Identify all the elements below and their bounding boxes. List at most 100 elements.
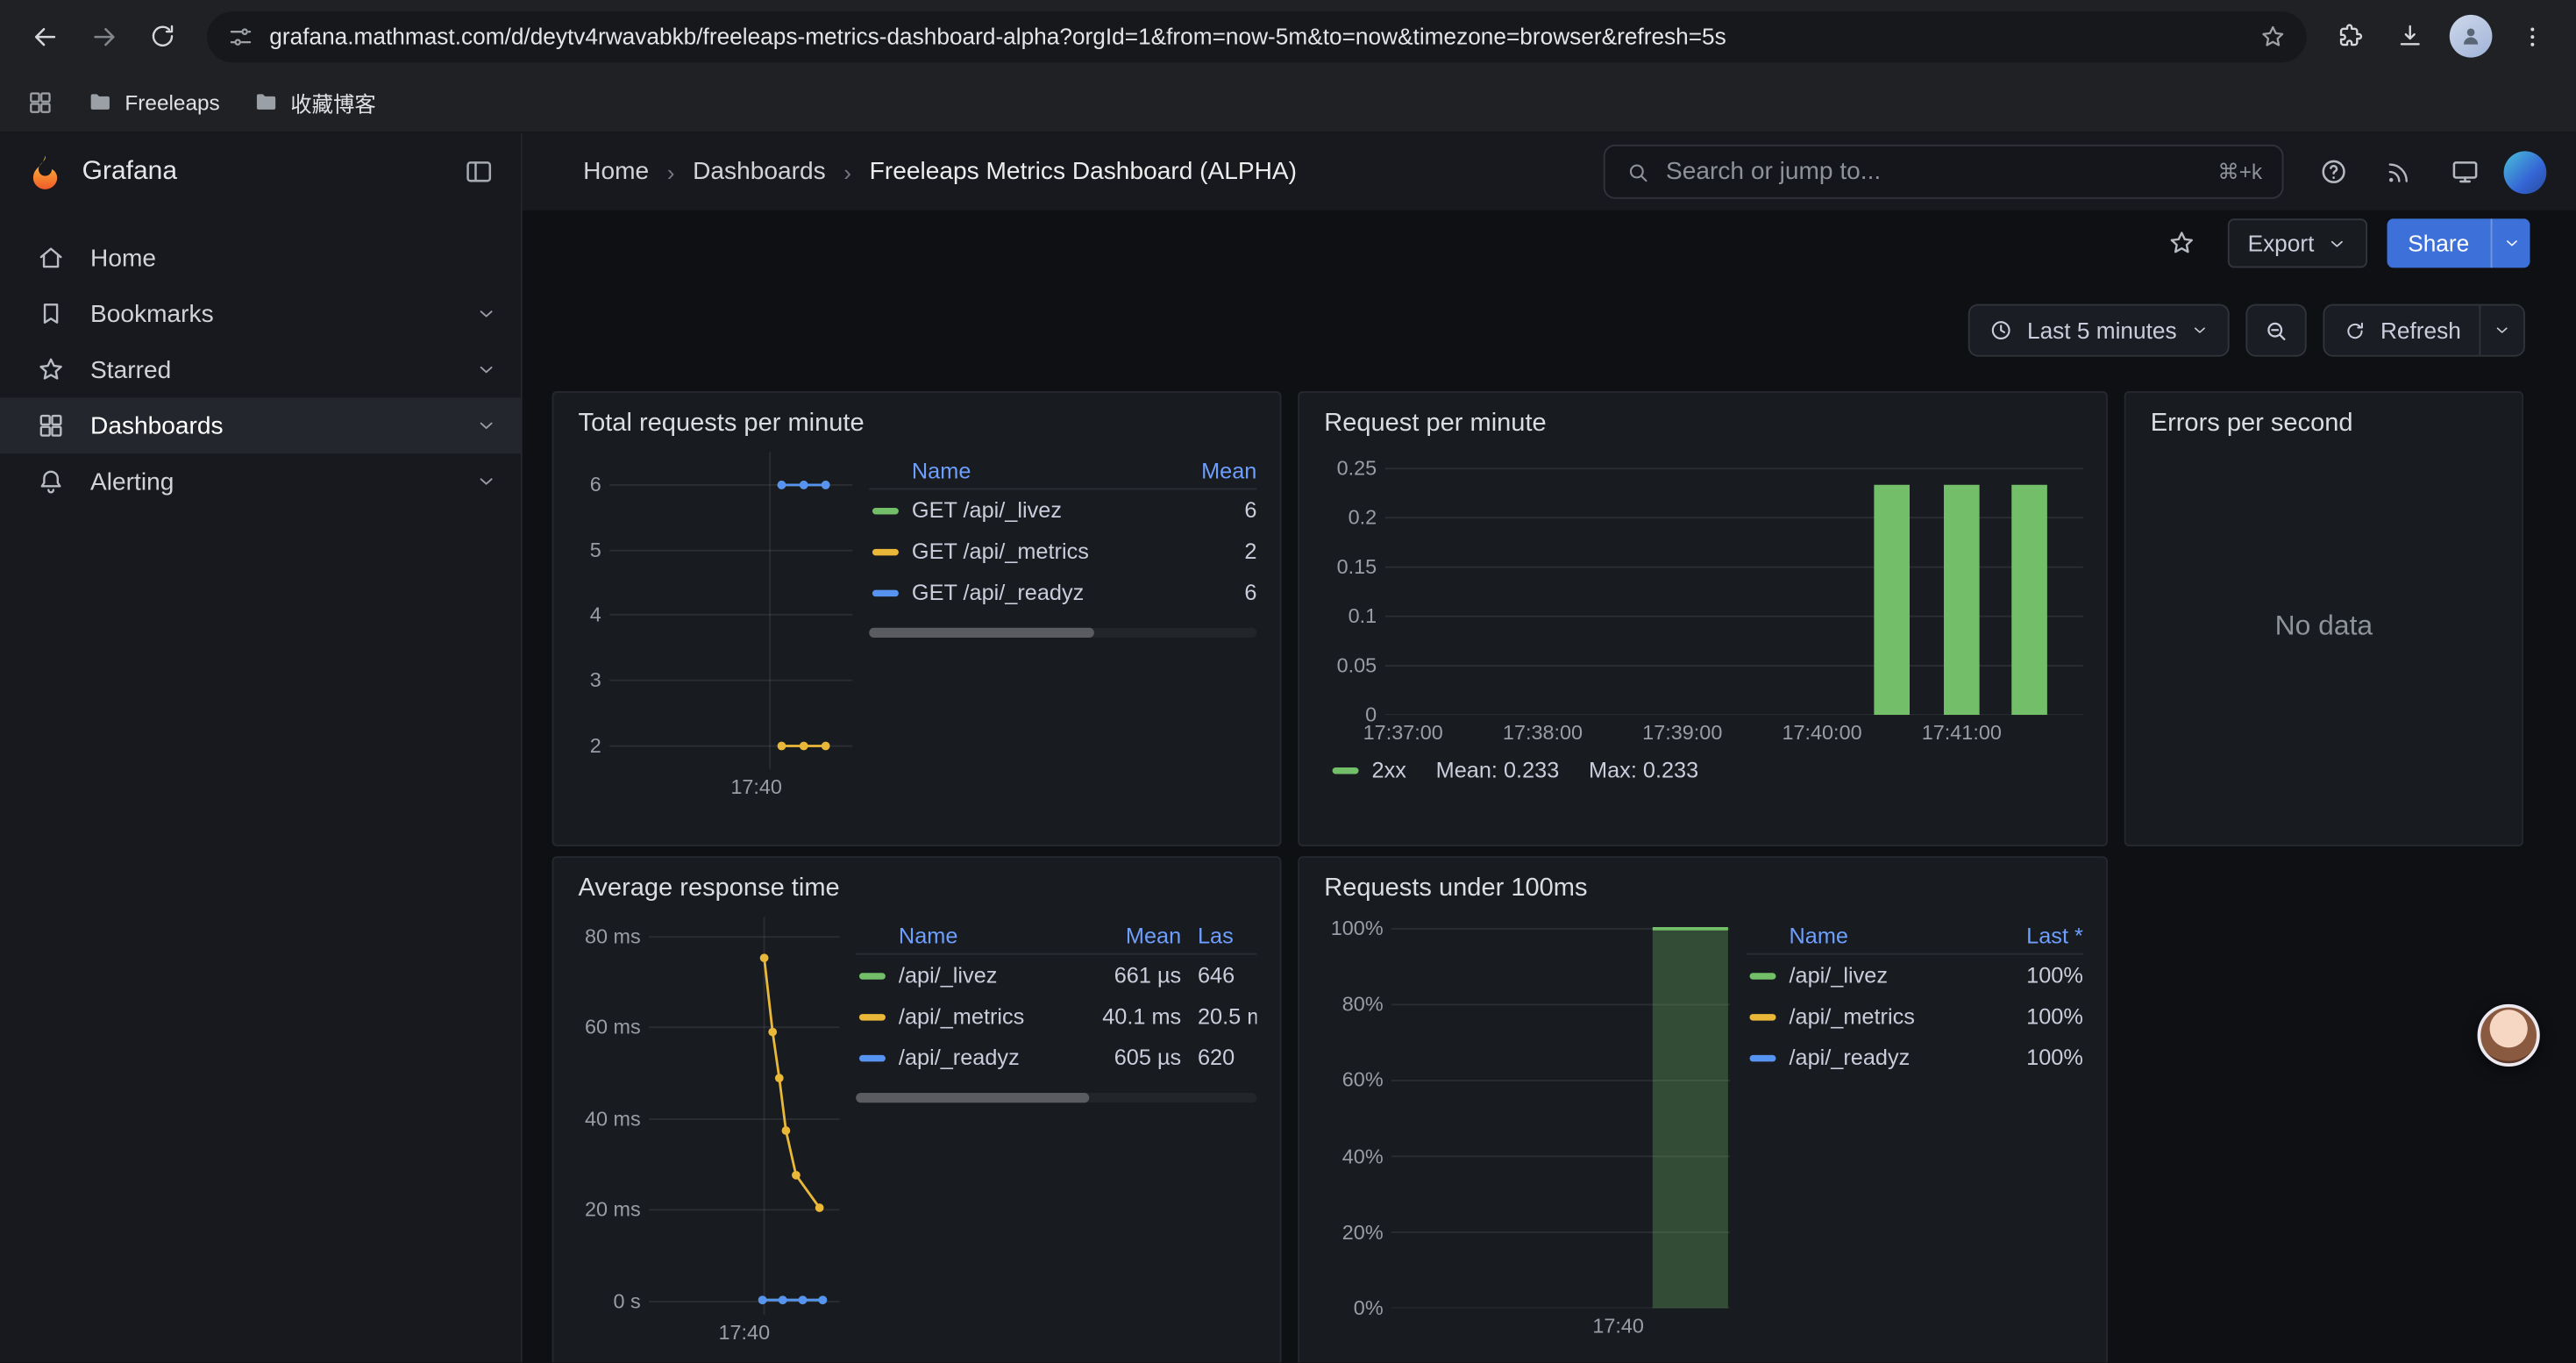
series-name: GET /api/_metrics: [912, 539, 1171, 564]
y-tick: 40%: [1342, 1145, 1384, 1167]
series-last: 20.5 m: [1181, 1004, 1256, 1029]
back-button[interactable]: [17, 8, 73, 64]
breadcrumb-dashboards[interactable]: Dashboards: [693, 158, 826, 186]
share-menu-chevron[interactable]: [2491, 218, 2530, 268]
browser-menu-icon[interactable]: [2504, 8, 2560, 64]
legend-row[interactable]: /api/_metrics 100%: [1747, 995, 2083, 1037]
series-name: GET /api/_livez: [912, 498, 1171, 523]
monitor-icon[interactable]: [2438, 146, 2491, 198]
legend-header[interactable]: Name Last *: [1747, 917, 2083, 955]
series-name: /api/_metrics: [1789, 1004, 1981, 1029]
bookmark-freeleaps[interactable]: Freeleaps: [87, 89, 219, 115]
scrollbar-thumb[interactable]: [869, 628, 1093, 638]
breadcrumb-home[interactable]: Home: [583, 158, 649, 186]
legend-table: Name Mean Las /api/_livez 661 µs 646: [856, 917, 1256, 1315]
legend-col-mean: Mean: [1171, 458, 1256, 482]
panel-title: Requests under 100ms: [1324, 874, 2083, 904]
legend-row[interactable]: /api/_livez 100%: [1747, 955, 2083, 996]
legend-item-2xx[interactable]: 2xx: [1329, 758, 1406, 782]
time-series-chart[interactable]: 17:40: [649, 917, 839, 1315]
legend-row[interactable]: GET /api/_metrics 2: [869, 531, 1256, 572]
search-shortcut: ⌘+k: [2217, 159, 2262, 185]
series-name: /api/_livez: [899, 963, 1060, 988]
bar-chart[interactable]: 17:37:00 17:38:00 17:39:00 17:40:00 17:4…: [1385, 452, 2083, 715]
legend-inline: 2xx Mean: 0.233 Max: 0.233: [1322, 758, 2083, 782]
legend-header[interactable]: Name Mean: [869, 452, 1256, 489]
sidebar-item-starred[interactable]: Starred: [0, 342, 521, 398]
browser-window: grafana.mathmast.com/d/deytv4rwavabkb/fr…: [0, 0, 2576, 1363]
sidebar-toggle-icon[interactable]: [463, 156, 495, 188]
bar-chart[interactable]: 17:40: [1391, 917, 1730, 1309]
sidebar: Grafana Home Bookmarks Starred: [0, 133, 523, 1363]
legend-row[interactable]: /api/_metrics 40.1 ms 20.5 m: [856, 995, 1256, 1037]
x-tick: 17:41:00: [1922, 722, 2002, 745]
apps-grid-icon[interactable]: [26, 88, 54, 116]
downloads-icon[interactable]: [2382, 8, 2438, 64]
legend-row[interactable]: /api/_readyz 605 µs 620: [856, 1037, 1256, 1078]
url-text: grafana.mathmast.com/d/deytv4rwavabkb/fr…: [269, 23, 2244, 49]
url-bar[interactable]: grafana.mathmast.com/d/deytv4rwavabkb/fr…: [207, 11, 2307, 61]
time-range-picker[interactable]: Last 5 minutes: [1968, 304, 2230, 357]
chevron-down-icon: [475, 358, 498, 381]
y-tick: 40 ms: [585, 1108, 641, 1131]
sidebar-item-bookmarks[interactable]: Bookmarks: [0, 286, 521, 342]
legend-row[interactable]: /api/_livez 661 µs 646: [856, 955, 1256, 996]
sidebar-item-label: Dashboards: [90, 411, 224, 439]
chevron-down-icon: [475, 470, 498, 493]
series-name: /api/_readyz: [1789, 1045, 1981, 1070]
refresh-interval-chevron[interactable]: [2479, 306, 2523, 355]
series-max: Max: 0.233: [1589, 758, 1698, 782]
series-name: 2xx: [1372, 758, 1406, 782]
y-tick: 20 ms: [585, 1198, 641, 1221]
sidebar-item-alerting[interactable]: Alerting: [0, 453, 521, 510]
series-swatch: [872, 548, 899, 554]
favorite-star-icon[interactable]: [2156, 217, 2209, 269]
y-tick: 2: [590, 734, 601, 757]
legend-scrollbar[interactable]: [869, 628, 1256, 638]
series-swatch: [872, 507, 899, 513]
breadcrumb-separator: ›: [667, 159, 675, 185]
site-settings-icon[interactable]: [227, 22, 255, 50]
help-icon[interactable]: [2307, 146, 2359, 198]
sidebar-item-dashboards[interactable]: Dashboards: [0, 397, 521, 453]
search-input[interactable]: Search or jump to... ⌘+k: [1604, 145, 2284, 199]
forward-button[interactable]: [75, 8, 132, 64]
sidebar-item-label: Bookmarks: [90, 300, 214, 328]
x-tick: 17:40: [1592, 1315, 1644, 1338]
y-tick: 80 ms: [585, 925, 641, 948]
series-name: /api/_metrics: [899, 1004, 1060, 1029]
legend-row[interactable]: GET /api/_readyz 6: [869, 572, 1256, 613]
x-tick: 17:40: [718, 1321, 770, 1344]
legend-header[interactable]: Name Mean Las: [856, 917, 1256, 955]
y-tick: 0%: [1354, 1296, 1384, 1319]
sidebar-item-home[interactable]: Home: [0, 230, 521, 286]
extensions-icon[interactable]: [2323, 8, 2379, 64]
y-tick: 0 s: [613, 1290, 640, 1313]
floating-assistant-avatar[interactable]: [2478, 1004, 2540, 1067]
legend-scrollbar[interactable]: [856, 1093, 1256, 1103]
share-button[interactable]: Share: [2387, 218, 2491, 268]
export-button[interactable]: Export: [2228, 218, 2366, 268]
no-data-message: No data: [2149, 452, 2499, 800]
topnav-icons: [2307, 146, 2547, 198]
bookmark-star-icon[interactable]: [2259, 22, 2287, 50]
zoom-out-button[interactable]: [2245, 304, 2306, 357]
scrollbar-thumb[interactable]: [856, 1093, 1088, 1103]
toolbar-right: [2323, 8, 2559, 64]
grafana-profile-avatar[interactable]: [2504, 150, 2547, 193]
reload-button[interactable]: [135, 8, 191, 64]
bell-icon: [36, 467, 66, 496]
refresh-button[interactable]: Refresh: [2324, 306, 2479, 355]
y-tick: 6: [590, 474, 601, 496]
sidebar-item-label: Alerting: [90, 467, 174, 496]
news-rss-icon[interactable]: [2373, 146, 2425, 198]
legend-row[interactable]: GET /api/_livez 6: [869, 489, 1256, 531]
bookmark-label: 收藏博客: [290, 86, 375, 118]
time-series-chart[interactable]: 17:40: [609, 452, 852, 769]
bookmark-blog-folder[interactable]: 收藏博客: [253, 86, 376, 118]
panel-errors-per-second: Errors per second No data: [2124, 391, 2523, 846]
breadcrumb-separator: ›: [843, 159, 851, 185]
legend-row[interactable]: /api/_readyz 100%: [1747, 1037, 2083, 1078]
browser-profile-avatar[interactable]: [2450, 15, 2493, 58]
brand-name: Grafana: [82, 157, 445, 187]
